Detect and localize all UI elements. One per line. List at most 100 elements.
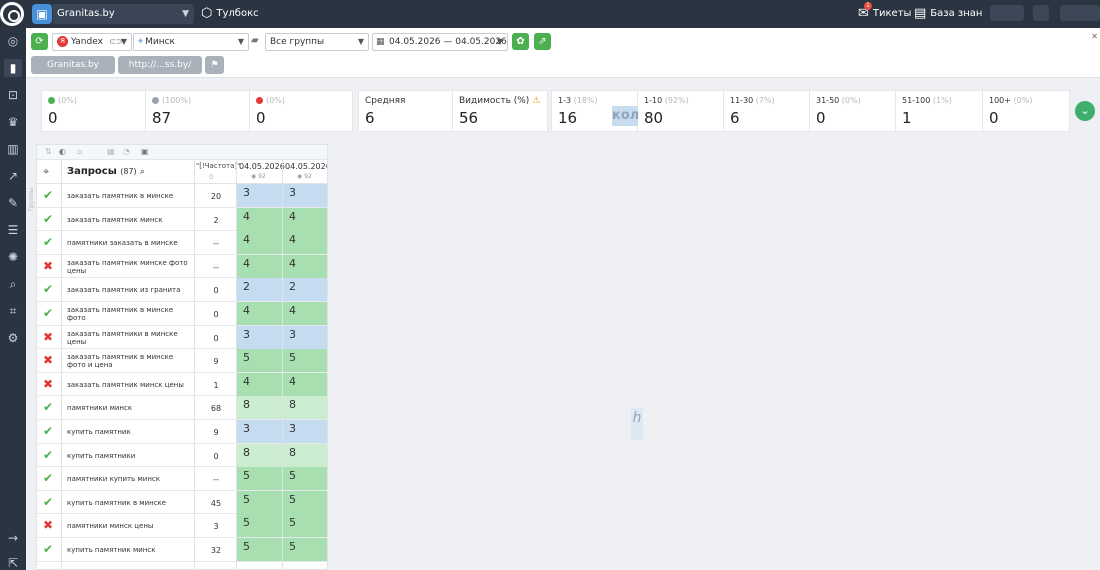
position-cell[interactable]: 4: [283, 207, 327, 231]
table-row[interactable]: ✔ заказать памятник минск 2 4 4: [37, 207, 327, 232]
table-row[interactable]: ✔ заказать памятник из гранита 0 2 2: [37, 278, 327, 302]
table-row[interactable]: ✔ заказать памятник в минске 20 3 3: [37, 184, 327, 208]
notifications-button[interactable]: [1033, 5, 1049, 21]
table-row[interactable]: ✔ купить памятник 9 3 3: [37, 420, 327, 444]
arrow-right-icon[interactable]: →: [4, 529, 22, 547]
tag-icon[interactable]: ⌂: [77, 147, 82, 156]
position-cell[interactable]: 4: [283, 231, 327, 255]
briefcase-icon[interactable]: ▣: [32, 4, 52, 24]
analytics-icon[interactable]: ▥: [4, 140, 22, 158]
tab-url[interactable]: http://...ss.by/: [118, 56, 202, 74]
position-cell[interactable]: 8: [237, 443, 282, 467]
position-cell[interactable]: 4: [237, 207, 282, 231]
position-cell[interactable]: 4: [237, 231, 282, 255]
knowledge-base-link[interactable]: ▤ База знан: [914, 6, 982, 21]
position-cell[interactable]: 3: [237, 184, 282, 207]
table-row[interactable]: ✖ заказать памятник минске фото цены -- 4 4: [37, 254, 327, 279]
keyword-cell[interactable]: памятники купить минск: [67, 475, 191, 483]
stat-range[interactable]: 31-50 (0%) 0: [810, 91, 896, 131]
keyword-cell[interactable]: памятники минск: [67, 404, 191, 412]
position-cell[interactable]: 3: [283, 325, 327, 349]
position-cell[interactable]: 3: [237, 325, 282, 349]
table-row[interactable]: ✔ купить памятник минск 32 5 5: [37, 538, 327, 562]
user-menu-button[interactable]: [1060, 5, 1100, 21]
queries-header[interactable]: Запросы (87) ⌕: [67, 166, 145, 177]
table-row[interactable]: ✖ заказать памятник в минске фото и цена 9…: [37, 349, 327, 373]
keyword-cell[interactable]: заказать памятник в минске: [67, 192, 191, 200]
keyword-cell[interactable]: заказать памятник минск: [67, 216, 191, 224]
image-icon[interactable]: ▣: [141, 147, 149, 156]
keyword-cell[interactable]: купить памятники: [67, 452, 191, 460]
position-cell[interactable]: 4: [283, 254, 327, 278]
settings-button[interactable]: ✿: [512, 33, 529, 50]
list-icon[interactable]: ☰: [4, 221, 22, 239]
trophy-icon[interactable]: ♛: [4, 113, 22, 131]
date-range-select[interactable]: ▦ 04.05.2026 — 04.05.2026 ▼: [372, 33, 508, 51]
close-icon[interactable]: ✕: [1091, 32, 1098, 41]
position-cell[interactable]: 2: [283, 278, 327, 302]
stat-range[interactable]: 11-30 (7%) 6: [724, 91, 810, 131]
keyword-cell[interactable]: купить памятник в минске: [67, 499, 191, 507]
balance-button[interactable]: [990, 5, 1024, 21]
search-icon[interactable]: ⌕: [4, 275, 22, 293]
position-cell[interactable]: 4: [237, 254, 282, 278]
settings-icon[interactable]: ⚙: [4, 329, 22, 347]
table-row[interactable]: ✔ купить памятники 0 8 8: [37, 443, 327, 468]
app-logo[interactable]: [0, 2, 24, 26]
engine-select[interactable]: Я Yandex ⊂⊃ ▼: [52, 33, 132, 51]
competitors-icon[interactable]: ⊡: [4, 86, 22, 104]
position-cell[interactable]: 5: [237, 538, 282, 561]
target-icon[interactable]: ⌖: [43, 165, 49, 179]
keyword-cell[interactable]: заказать памятник минске фото цены: [67, 259, 191, 275]
table-row[interactable]: ✔ заказать памятник в минске фото 0 4 4: [37, 302, 327, 326]
groups-side-label[interactable]: Группы: [28, 188, 35, 212]
keyword-cell[interactable]: памятники минск цены: [67, 522, 191, 530]
position-cell[interactable]: 5: [283, 349, 327, 373]
stat-up[interactable]: (0%) 0: [42, 91, 146, 131]
sitemap-icon[interactable]: ⌗: [4, 302, 22, 320]
position-cell[interactable]: 4: [283, 372, 327, 396]
position-cell[interactable]: 3: [283, 184, 327, 207]
trend-icon[interactable]: ↗: [4, 167, 22, 185]
table-row[interactable]: ✖ заказать памятник минск цены 1 4 4: [37, 372, 327, 397]
keyword-cell[interactable]: купить памятник: [67, 428, 191, 436]
flag-button[interactable]: ⚑: [205, 56, 224, 74]
keyword-cell[interactable]: заказать памятник из гранита: [67, 286, 191, 294]
stat-range[interactable]: 51-100 (1%) 1: [896, 91, 983, 131]
position-cell[interactable]: 2: [237, 278, 282, 302]
table-row[interactable]: ✖ заказать памятники в минске цены 0 3 3: [37, 325, 327, 350]
tab-project[interactable]: Granitas.by: [31, 56, 115, 74]
keyword-cell[interactable]: памятники заказать в минске: [67, 239, 191, 247]
export-icon[interactable]: ⇱: [4, 554, 22, 570]
table-row[interactable]: ✔ купить памятник в минске 45 5 5: [37, 490, 327, 515]
position-cell[interactable]: 5: [237, 490, 282, 514]
position-cell[interactable]: 5: [237, 514, 282, 538]
frequency-header[interactable]: "[!Частота]": [196, 162, 240, 170]
date-header[interactable]: 04.05.2026: [239, 162, 285, 171]
stat-down[interactable]: (0%) 0: [250, 91, 354, 131]
expand-button[interactable]: ⌄: [1075, 101, 1095, 121]
date-header[interactable]: 04.05.2026: [285, 162, 327, 171]
toolbox-link[interactable]: ⬡ Тулбокс: [201, 6, 259, 21]
chart-icon[interactable]: ◔: [123, 147, 130, 156]
position-cell[interactable]: 4: [283, 302, 327, 325]
table-row[interactable]: ✔ памятники заказать в минске -- 4 4: [37, 231, 327, 255]
projects-icon[interactable]: ◎: [4, 32, 22, 50]
stat-range[interactable]: 100+ (0%) 0: [983, 91, 1069, 131]
position-cell[interactable]: 4: [237, 302, 282, 325]
search-icon[interactable]: ⌕: [140, 167, 144, 176]
position-cell[interactable]: 5: [237, 467, 282, 491]
stat-range[interactable]: 1-10 (92%) 80: [638, 91, 724, 131]
region-select[interactable]: ⌖ Минск ▼: [133, 33, 249, 51]
position-cell[interactable]: 4: [237, 372, 282, 396]
position-cell[interactable]: 5: [283, 514, 327, 538]
position-cell[interactable]: 5: [283, 467, 327, 491]
keyword-cell[interactable]: заказать памятники в минске цены: [67, 330, 191, 346]
table-row[interactable]: ✔ памятники купить минск -- 5 5: [37, 467, 327, 491]
warning-icon[interactable]: ⚠: [532, 96, 540, 106]
position-cell[interactable]: 5: [283, 490, 327, 514]
position-cell[interactable]: 8: [283, 443, 327, 467]
groups-select[interactable]: Все группы ▼: [265, 33, 369, 51]
position-cell[interactable]: 8: [283, 396, 327, 420]
table-row[interactable]: ✔ памятники минск 68 8 8: [37, 396, 327, 420]
